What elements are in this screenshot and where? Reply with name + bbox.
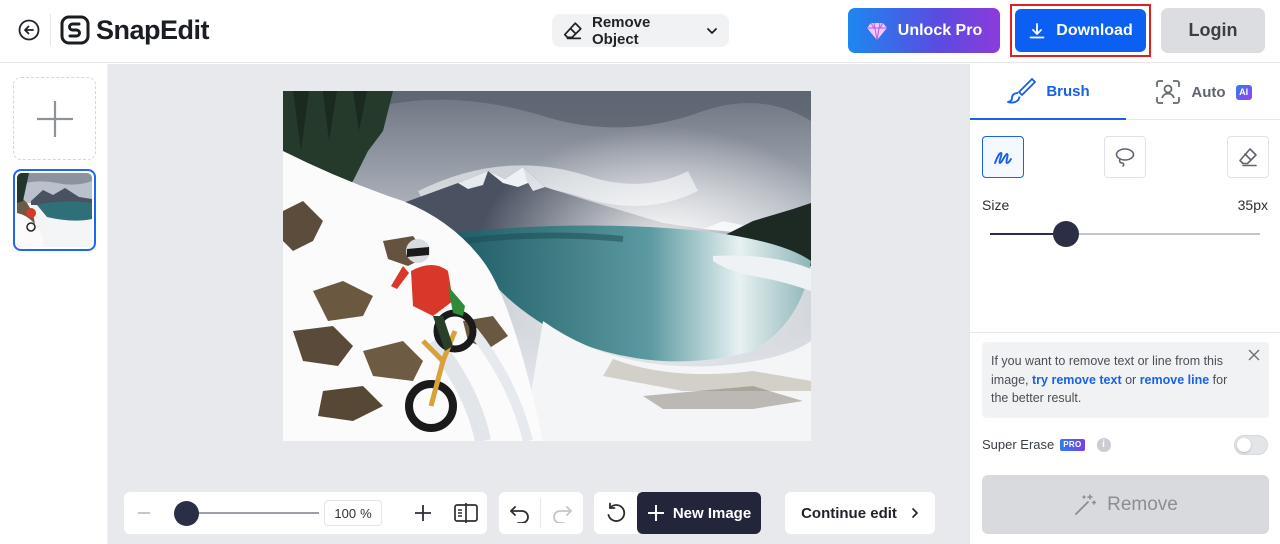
remove-button[interactable]: Remove bbox=[982, 475, 1269, 534]
pro-badge: PRO bbox=[1060, 438, 1085, 451]
zoom-in-icon[interactable] bbox=[412, 502, 434, 524]
undo-icon[interactable] bbox=[507, 501, 533, 525]
brush-mode-button[interactable] bbox=[982, 136, 1024, 178]
history-controls bbox=[499, 492, 583, 534]
header-divider bbox=[50, 14, 51, 46]
app-logo[interactable]: SnapEdit bbox=[60, 13, 210, 47]
eraser-icon bbox=[1239, 148, 1257, 167]
zoom-unit: % bbox=[360, 505, 372, 521]
snapedit-logo-icon bbox=[60, 15, 90, 45]
unlock-pro-label: Unlock Pro bbox=[897, 21, 983, 39]
photo-image bbox=[283, 91, 811, 443]
login-button[interactable]: Login bbox=[1161, 8, 1265, 53]
brush-size-value: 35px bbox=[1237, 197, 1268, 213]
tool-panel: Brush Auto AI Size 35px If you want to r… bbox=[969, 64, 1280, 544]
redo-icon[interactable] bbox=[549, 501, 575, 525]
plus-icon bbox=[647, 505, 664, 521]
ai-badge: AI bbox=[1235, 84, 1252, 100]
continue-edit-label: Continue edit bbox=[801, 504, 897, 522]
super-erase-label: Super Erase bbox=[982, 437, 1055, 452]
new-image-button[interactable]: New Image bbox=[637, 492, 761, 534]
history-divider bbox=[540, 498, 541, 528]
chevron-right-icon bbox=[912, 508, 918, 518]
continue-edit-button[interactable]: Continue edit bbox=[785, 492, 935, 534]
zoom-out-icon[interactable] bbox=[134, 503, 154, 523]
tool-tabs: Brush Auto AI bbox=[970, 64, 1280, 120]
super-erase-toggle[interactable] bbox=[1234, 435, 1268, 455]
brush-size-slider-handle[interactable] bbox=[1053, 221, 1079, 247]
remove-label: Remove bbox=[1107, 493, 1178, 515]
magic-wand-icon bbox=[1075, 493, 1097, 515]
info-icon[interactable]: i bbox=[1096, 437, 1111, 452]
try-remove-text-link[interactable]: try remove text bbox=[1032, 373, 1122, 387]
scribble-icon bbox=[994, 152, 1012, 164]
unlock-pro-button[interactable]: Unlock Pro bbox=[848, 8, 1000, 53]
panel-divider bbox=[970, 332, 1280, 333]
tab-brush-label: Brush bbox=[1046, 82, 1090, 100]
zoom-value: 100 bbox=[334, 505, 357, 521]
tool-select-label: Remove Object bbox=[592, 13, 651, 48]
canvas-area[interactable]: 100 % New Image Continue edit bbox=[108, 64, 969, 544]
top-header: SnapEdit Remove Object Unlock Pro Downlo… bbox=[0, 0, 1280, 63]
zoom-slider-track[interactable] bbox=[179, 512, 319, 514]
download-label: Download bbox=[1056, 21, 1133, 39]
super-erase-row: Super Erase PRO i bbox=[982, 437, 1111, 452]
app-name: SnapEdit bbox=[96, 14, 210, 45]
new-image-label: New Image bbox=[672, 504, 752, 522]
tip-text-2: or bbox=[1121, 372, 1140, 387]
eraser-icon bbox=[563, 21, 582, 39]
image-thumbnail[interactable] bbox=[13, 169, 96, 251]
tab-auto-label: Auto bbox=[1191, 83, 1226, 101]
download-button[interactable]: Download bbox=[1015, 9, 1146, 52]
back-icon[interactable] bbox=[16, 17, 42, 43]
brush-icon bbox=[1007, 78, 1037, 104]
lasso-icon bbox=[1115, 148, 1135, 167]
diamond-icon bbox=[866, 22, 887, 40]
remove-text-tip: If you want to remove text or line from … bbox=[982, 342, 1269, 418]
tab-auto[interactable]: Auto AI bbox=[1126, 64, 1280, 120]
auto-detect-icon bbox=[1156, 80, 1181, 104]
tool-select[interactable]: Remove Object bbox=[552, 13, 729, 48]
zoom-slider-handle[interactable] bbox=[174, 501, 199, 526]
reset-icon[interactable] bbox=[594, 492, 638, 534]
brush-size-label: Size bbox=[982, 197, 1010, 213]
tab-brush[interactable]: Brush bbox=[970, 64, 1126, 120]
compare-icon[interactable] bbox=[452, 499, 480, 527]
eraser-mode-button[interactable] bbox=[1227, 136, 1269, 178]
lasso-mode-button[interactable] bbox=[1104, 136, 1146, 178]
remove-line-link[interactable]: remove line bbox=[1140, 373, 1209, 387]
thumbnail-image bbox=[17, 173, 92, 247]
zoom-value-box[interactable]: 100 % bbox=[324, 500, 382, 526]
download-icon bbox=[1029, 22, 1045, 38]
zoom-controls: 100 % bbox=[124, 492, 487, 534]
download-highlight: Download bbox=[1010, 4, 1151, 57]
edited-photo[interactable] bbox=[283, 91, 811, 443]
image-rail bbox=[0, 64, 108, 544]
close-icon[interactable] bbox=[1247, 348, 1261, 362]
plus-icon bbox=[36, 100, 73, 137]
add-image-button[interactable] bbox=[13, 77, 96, 160]
chevron-down-icon bbox=[707, 27, 717, 34]
